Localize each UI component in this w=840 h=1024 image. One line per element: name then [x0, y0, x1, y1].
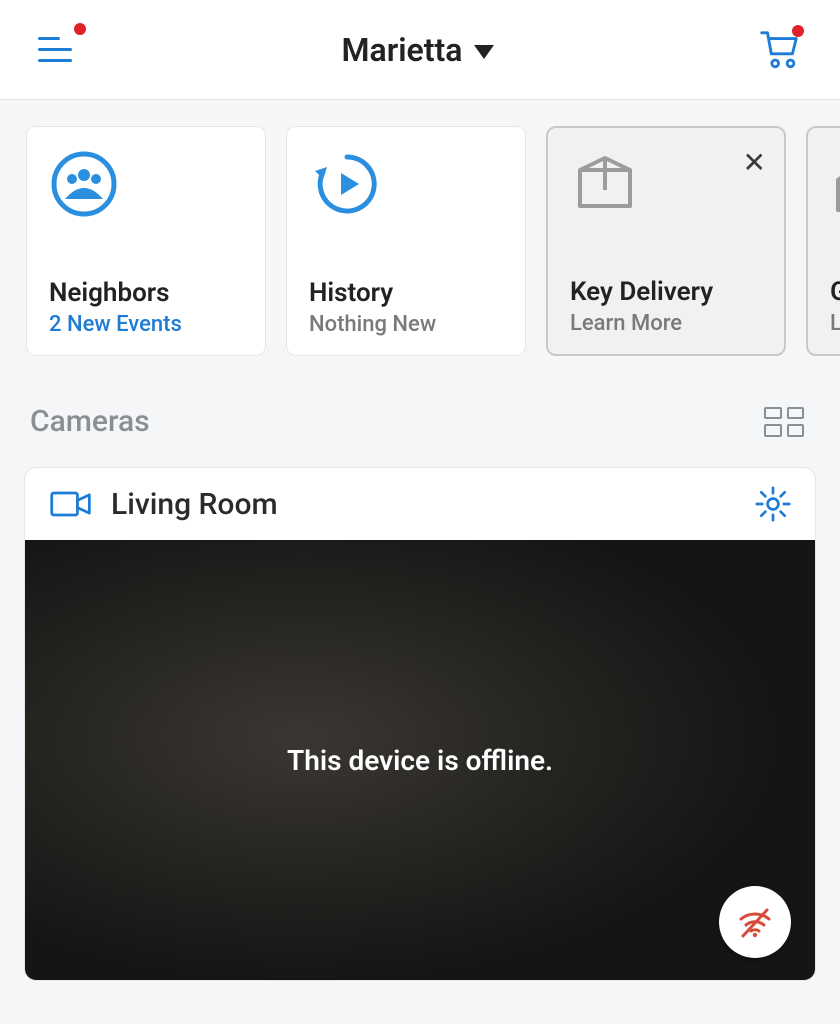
close-icon[interactable]: ✕ [743, 146, 766, 179]
cart-notification-dot [792, 25, 804, 37]
card-neighbors[interactable]: Neighbors 2 New Events [26, 126, 266, 356]
garage-icon [830, 150, 840, 220]
dashboard-cards-row: Neighbors 2 New Events History Nothing N… [0, 100, 840, 382]
card-title: Ga [830, 277, 840, 307]
camera-card-living-room: Living Room This device is offline. [24, 467, 816, 981]
grid-view-icon[interactable] [764, 407, 804, 437]
cart-button[interactable] [756, 27, 802, 73]
card-subtitle: Nothing New [309, 312, 503, 337]
card-subtitle: Learn More [570, 311, 762, 336]
menu-button[interactable] [38, 29, 80, 71]
card-subtitle: Lea [830, 311, 840, 336]
camera-name: Living Room [111, 487, 278, 522]
package-icon [570, 150, 640, 220]
card-garage[interactable]: Ga Lea [806, 126, 840, 356]
wifi-off-button[interactable] [719, 886, 791, 958]
gear-icon[interactable] [755, 486, 791, 522]
offline-message: This device is offline. [287, 744, 553, 777]
card-history[interactable]: History Nothing New [286, 126, 526, 356]
history-icon [309, 149, 379, 219]
app-header: Marietta [0, 0, 840, 100]
card-subtitle: 2 New Events [49, 312, 243, 337]
section-title: Cameras [30, 404, 150, 439]
neighbors-icon [49, 149, 119, 219]
card-title: Key Delivery [570, 277, 762, 307]
camera-preview[interactable]: This device is offline. [25, 540, 815, 980]
card-title: Neighbors [49, 278, 243, 308]
chevron-down-icon [474, 45, 494, 59]
location-name: Marietta [342, 31, 463, 69]
card-title: History [309, 278, 503, 308]
camera-icon [49, 487, 93, 521]
cameras-section-header: Cameras [0, 382, 840, 467]
wifi-off-icon [735, 902, 775, 942]
menu-notification-dot [74, 23, 86, 35]
camera-header: Living Room [25, 468, 815, 540]
location-selector[interactable]: Marietta [342, 31, 495, 69]
card-key-delivery[interactable]: ✕ Key Delivery Learn More [546, 126, 786, 356]
